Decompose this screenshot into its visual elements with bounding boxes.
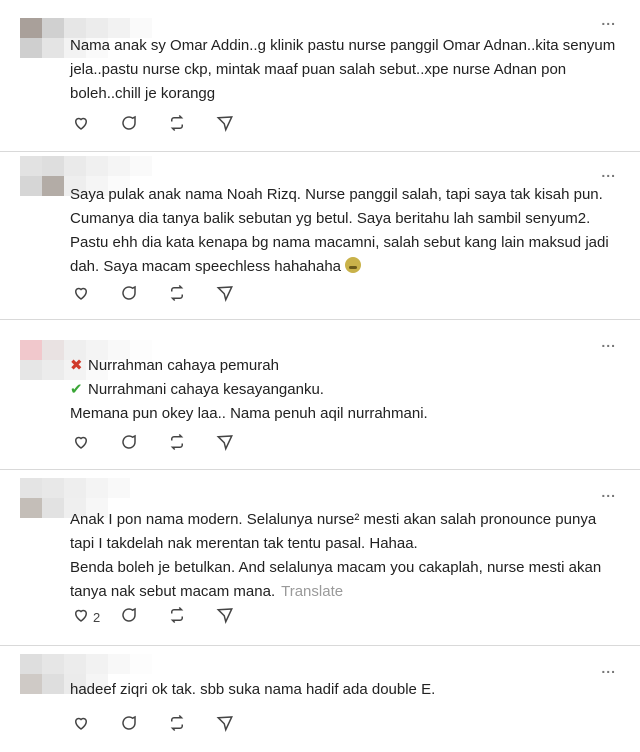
comment-line: ✔ Nurrahmani cahaya kesayanganku. xyxy=(70,378,620,402)
repost-icon xyxy=(168,433,186,456)
comment-card: ... Nama anak sy Omar Addin..g klinik pa… xyxy=(0,0,640,152)
like-button[interactable]: 2 xyxy=(72,606,120,628)
reply-button[interactable] xyxy=(120,606,168,628)
comment-line: ✖ Nurrahman cahaya pemurah xyxy=(70,354,620,378)
repost-icon xyxy=(168,284,186,307)
comment-text: Anak I pon nama modern. Selalunya nurse²… xyxy=(70,508,620,604)
like-button[interactable] xyxy=(72,284,120,306)
comment-line: Nama anak sy Omar Addin..g klinik pastu … xyxy=(70,37,616,54)
comment-line: Benda boleh je betulkan. And selalunya m… xyxy=(70,559,602,576)
more-options-button[interactable]: ... xyxy=(601,164,616,180)
send-icon xyxy=(216,284,234,307)
comment-text: Nama anak sy Omar Addin..g klinik pastu … xyxy=(70,34,620,106)
heart-icon xyxy=(72,433,90,456)
comment-line: hadeef ziqri ok tak. sbb suka nama hadif… xyxy=(70,681,436,698)
repost-icon xyxy=(168,606,186,629)
reply-button[interactable] xyxy=(120,114,168,136)
more-options-button[interactable]: ... xyxy=(601,660,616,676)
comment-actions: 2 xyxy=(72,606,264,628)
more-options-button[interactable]: ... xyxy=(601,334,616,350)
repost-button[interactable] xyxy=(168,714,216,736)
comment-icon xyxy=(120,433,138,456)
comment-card: ... ✖ Nurrahman cahaya pemurah ✔ Nurrahman… xyxy=(0,320,640,470)
comment-line: Pastu ehh dia kata kenapa bg nama macamn… xyxy=(70,234,609,251)
heart-icon xyxy=(72,606,90,629)
repost-button[interactable] xyxy=(168,606,216,628)
reply-button[interactable] xyxy=(120,284,168,306)
like-count: 2 xyxy=(93,609,101,625)
send-icon xyxy=(216,714,234,737)
check-mark-icon: ✔ xyxy=(70,381,83,398)
share-button[interactable] xyxy=(216,114,264,136)
comment-line: Saya pulak anak nama Noah Rizq. Nurse pa… xyxy=(70,186,603,203)
share-button[interactable] xyxy=(216,714,264,736)
comment-text: hadeef ziqri ok tak. sbb suka nama hadif… xyxy=(70,678,620,702)
comment-text: Saya pulak anak nama Noah Rizq. Nurse pa… xyxy=(70,183,620,279)
translate-link[interactable]: Translate xyxy=(281,583,343,600)
heart-icon xyxy=(72,284,90,307)
comment-line: dah. Saya macam speechless hahahaha xyxy=(70,255,620,279)
heart-icon xyxy=(72,714,90,737)
comment-actions xyxy=(72,284,264,306)
comment-line: boleh..chill je korangg xyxy=(70,85,216,102)
comment-icon xyxy=(120,284,138,307)
reply-button[interactable] xyxy=(120,433,168,455)
share-button[interactable] xyxy=(216,606,264,628)
comment-card: ... hadeef ziqri ok tak. sbb suka nama h… xyxy=(0,646,640,752)
correct-name-text: Nurrahmani cahaya kesayanganku. xyxy=(88,381,324,398)
send-icon xyxy=(216,606,234,629)
repost-button[interactable] xyxy=(168,114,216,136)
comment-line: Memana pun okey laa.. Nama penuh aqil nu… xyxy=(70,405,428,422)
share-button[interactable] xyxy=(216,433,264,455)
comment-actions xyxy=(72,714,264,736)
like-button[interactable] xyxy=(72,714,120,736)
repost-icon xyxy=(168,714,186,737)
comment-line: tanya nak sebut macam mana. Translate xyxy=(70,580,620,604)
comment-card: ... Anak I pon nama modern. Selalunya nu… xyxy=(0,470,640,646)
like-button[interactable] xyxy=(72,114,120,136)
comment-line: tapi I takdelah nak merentan tak tentu p… xyxy=(70,535,418,552)
comment-text: ✖ Nurrahman cahaya pemurah ✔ Nurrahmani ca… xyxy=(70,354,620,426)
comment-actions xyxy=(72,433,264,455)
comment-line: jela..pastu nurse ckp, mintak maaf puan … xyxy=(70,61,567,78)
send-icon xyxy=(216,433,234,456)
like-button[interactable] xyxy=(72,433,120,455)
comment-line-text: dah. Saya macam speechless hahahaha xyxy=(70,258,342,275)
repost-button[interactable] xyxy=(168,433,216,455)
comment-card: ... Saya pulak anak nama Noah Rizq. Nurs… xyxy=(0,152,640,320)
repost-button[interactable] xyxy=(168,284,216,306)
send-icon xyxy=(216,114,234,137)
comment-line: Anak I pon nama modern. Selalunya nurse²… xyxy=(70,511,597,528)
laughing-crying-emoji-icon xyxy=(345,257,362,273)
comment-line: Cumanya dia tanya balik sebutan yg betul… xyxy=(70,210,591,227)
more-options-button[interactable]: ... xyxy=(601,484,616,500)
heart-icon xyxy=(72,114,90,137)
more-options-button[interactable]: ... xyxy=(601,12,616,28)
comment-actions xyxy=(72,114,264,136)
cross-mark-icon: ✖ xyxy=(70,357,83,374)
comment-icon xyxy=(120,606,138,629)
repost-icon xyxy=(168,114,186,137)
comment-icon xyxy=(120,714,138,737)
share-button[interactable] xyxy=(216,284,264,306)
comment-icon xyxy=(120,114,138,137)
reply-button[interactable] xyxy=(120,714,168,736)
comment-line-text: tanya nak sebut macam mana. xyxy=(70,583,276,600)
wrong-name-text: Nurrahman cahaya pemurah xyxy=(88,357,279,374)
